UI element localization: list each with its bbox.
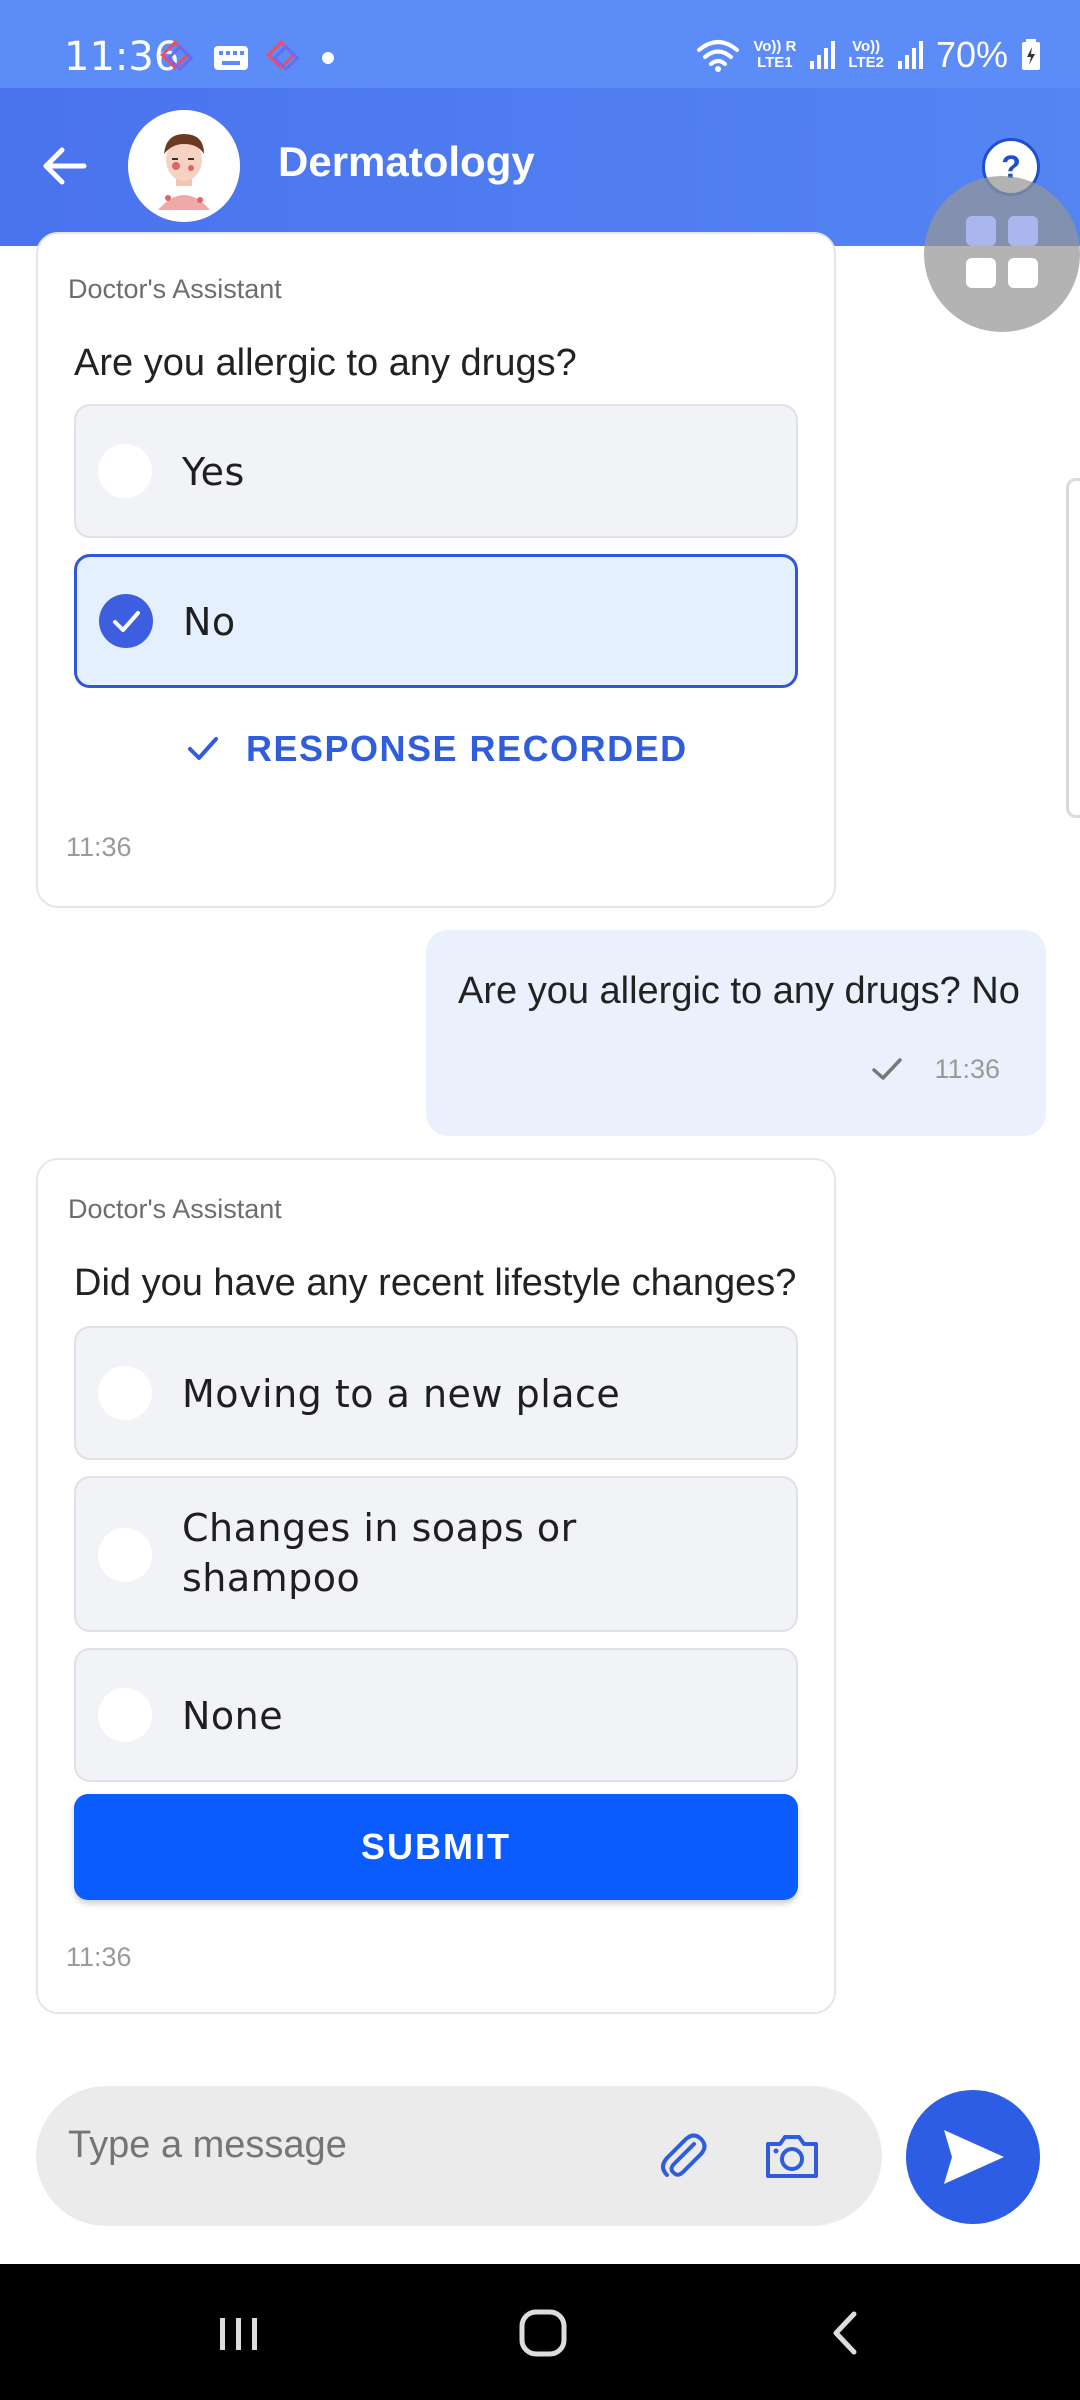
user-message-text: Are you allergic to any drugs? No	[458, 970, 1020, 1012]
network-1: Vo)) R LTE1	[753, 39, 796, 71]
system-nav-bar	[0, 2264, 1080, 2400]
user-message-bubble: Are you allergic to any drugs? No 11:36	[426, 930, 1046, 1136]
dot-icon	[322, 52, 334, 64]
option-label: Yes	[182, 450, 245, 494]
option-label-line2: shampoo	[182, 1556, 361, 1600]
radio-unchecked[interactable]	[98, 1366, 152, 1420]
send-icon	[944, 2130, 1004, 2184]
sender-label: Doctor's Assistant	[68, 1194, 282, 1224]
back-nav-icon[interactable]	[810, 2298, 880, 2368]
sender-label: Doctor's Assistant	[68, 274, 282, 304]
checkmark-icon	[113, 611, 140, 632]
grid-square	[966, 216, 996, 246]
radio-unchecked[interactable]	[98, 444, 152, 498]
option-yes[interactable]: Yes	[74, 404, 798, 538]
send-button[interactable]	[906, 2090, 1040, 2224]
grid-square	[966, 258, 996, 288]
radio-checked[interactable]	[99, 594, 153, 648]
dermatology-avatar-icon	[128, 110, 240, 222]
page-title: Dermatology	[278, 138, 535, 185]
network-1-bottom: LTE1	[757, 54, 793, 71]
submit-button[interactable]: SUBMIT	[74, 1794, 798, 1900]
system-icons: Vo)) R LTE1 Vo)) LTE2 70%	[695, 34, 1042, 76]
response-recorded-label: RESPONSE RECORDED	[246, 728, 688, 769]
app-header: Dermatology ?	[0, 88, 1080, 246]
signal-icon-2	[897, 41, 923, 69]
network-2-top: Vo))	[852, 38, 881, 55]
home-icon[interactable]	[508, 2298, 578, 2368]
network-1-top: Vo)) R	[753, 38, 797, 55]
app-notification-icon	[160, 40, 194, 72]
wifi-icon	[697, 40, 740, 72]
paperclip-icon[interactable]	[654, 2126, 714, 2186]
battery-text: 70%	[935, 34, 1008, 75]
radio-unchecked[interactable]	[98, 1528, 152, 1582]
assistant-message-card: Doctor's Assistant Did you have any rece…	[36, 1158, 836, 2014]
network-2: Vo)) LTE2	[848, 39, 884, 71]
option-label: No	[183, 600, 236, 644]
recent-apps-icon[interactable]	[204, 2298, 274, 2368]
question-text: Are you allergic to any drugs?	[74, 342, 577, 384]
message-time: 11:36	[66, 832, 132, 862]
keyboard-icon	[214, 46, 248, 70]
grid-square	[1008, 216, 1038, 246]
grid-square	[1008, 258, 1038, 288]
status-bar: 11:36 Vo)) R LTE1 Vo)) LTE2 70%	[0, 0, 1080, 88]
option-no[interactable]: No	[74, 554, 798, 688]
message-time: 11:36	[66, 1942, 132, 1972]
notification-icons	[158, 40, 338, 76]
assistant-message-card: Doctor's Assistant Are you allergic to a…	[36, 232, 836, 908]
battery-icon	[1022, 39, 1040, 70]
message-meta: 11:36	[870, 1054, 1000, 1085]
option-label: Moving to a new place	[182, 1372, 621, 1416]
option-soaps[interactable]: Changes in soaps or shampoo	[74, 1476, 798, 1632]
back-arrow-icon[interactable]	[36, 138, 92, 194]
camera-icon[interactable]	[762, 2126, 822, 2186]
avatar	[128, 110, 240, 222]
message-input[interactable]	[68, 2124, 628, 2167]
option-none[interactable]: None	[74, 1648, 798, 1782]
option-label-line1: Changes in soaps or	[182, 1506, 577, 1550]
check-icon	[188, 737, 218, 760]
network-2-bottom: LTE2	[848, 54, 884, 71]
message-time: 11:36	[934, 1054, 1000, 1084]
radio-unchecked[interactable]	[98, 1688, 152, 1742]
option-label: None	[182, 1694, 284, 1738]
response-recorded: RESPONSE RECORDED	[186, 728, 688, 770]
sent-check-icon	[872, 1057, 903, 1080]
signal-icon	[810, 41, 836, 69]
app-notification-icon-2	[266, 40, 300, 72]
question-text: Did you have any recent lifestyle change…	[74, 1262, 797, 1304]
screen: 11:36 Vo)) R LTE1 Vo)) LTE2 70% Dermatol…	[0, 0, 1080, 2400]
message-composer	[36, 2086, 882, 2226]
option-moving[interactable]: Moving to a new place	[74, 1326, 798, 1460]
floating-menu-button[interactable]	[924, 176, 1080, 332]
edge-panel-handle[interactable]	[1066, 478, 1080, 818]
